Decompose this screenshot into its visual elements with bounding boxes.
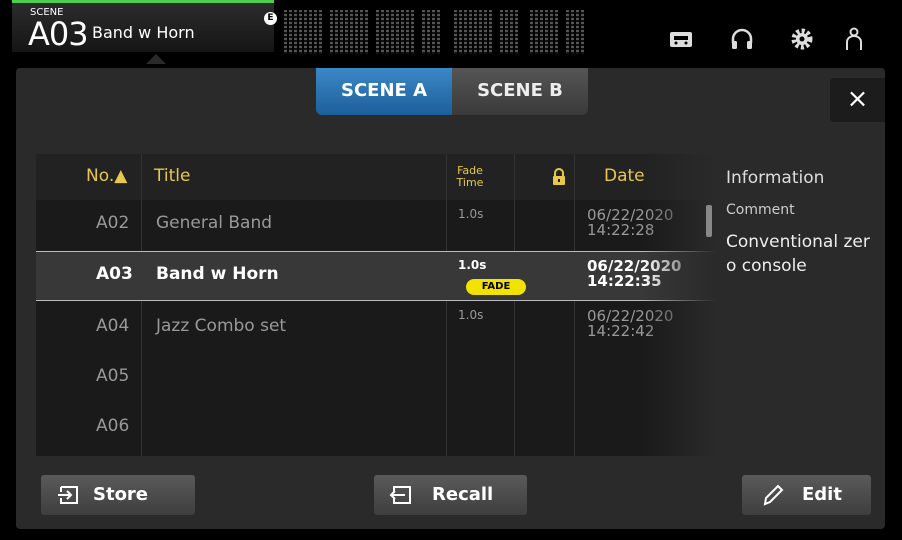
row-number: A06	[96, 416, 130, 436]
scene-list-panel: SCENE A SCENE B × No.▲ Title Fade Time D…	[16, 68, 885, 529]
table-row[interactable]: A04 Jazz Combo set 1.0s 06/22/2020 14:22…	[36, 302, 716, 352]
list-header: No.▲ Title Fade Time Date	[36, 154, 716, 200]
list-fade-overlay	[642, 154, 716, 456]
information-heading: Information	[726, 168, 825, 188]
table-row[interactable]: A06	[36, 402, 716, 452]
popup-pointer	[146, 54, 166, 64]
edit-label: Edit	[802, 484, 842, 505]
edit-indicator-badge: E	[264, 12, 277, 25]
row-fade-time: 1.0s	[458, 258, 487, 272]
row-title: Jazz Combo set	[156, 316, 287, 336]
lock-icon[interactable]	[552, 168, 566, 186]
store-label: Store	[93, 484, 149, 505]
header-title[interactable]: Title	[154, 166, 190, 186]
comment-text: Conventional zero console	[726, 232, 870, 276]
scrollbar[interactable]	[706, 205, 712, 237]
pencil-icon	[763, 484, 784, 506]
scene-title: Band w Horn	[92, 23, 195, 42]
comment-label: Comment	[726, 202, 795, 218]
header-fade-line1[interactable]: Fade	[452, 165, 488, 176]
current-scene-display[interactable]: SCENE A03 Band w Horn E	[12, 0, 277, 53]
row-title: General Band	[156, 213, 273, 233]
header-no[interactable]: No.▲	[86, 166, 127, 186]
row-title: Band w Horn	[156, 264, 279, 284]
row-number: A05	[96, 366, 130, 386]
user-icon[interactable]	[841, 26, 867, 52]
scene-number: A03	[28, 15, 89, 53]
gear-icon[interactable]	[789, 26, 815, 52]
header-date[interactable]: Date	[604, 166, 645, 186]
header-fade-line2[interactable]: Time	[452, 177, 488, 188]
scene-list[interactable]: No.▲ Title Fade Time Date A02 General Ba…	[36, 154, 716, 456]
channel-meters[interactable]	[284, 10, 604, 54]
table-row[interactable]: A05	[36, 352, 716, 402]
row-number: A02	[96, 213, 130, 233]
tab-scene-b[interactable]: SCENE B	[452, 68, 588, 115]
close-button[interactable]: ×	[830, 78, 885, 122]
tab-scene-a[interactable]: SCENE A	[316, 68, 452, 115]
store-button[interactable]: Store	[41, 475, 195, 515]
row-fade-time: 1.0s	[458, 308, 484, 322]
edit-button[interactable]: Edit	[742, 475, 871, 515]
recall-label: Recall	[432, 484, 494, 505]
row-number: A04	[96, 316, 130, 336]
row-number: A03	[96, 264, 133, 284]
headphones-icon[interactable]	[729, 26, 755, 52]
recall-icon	[389, 486, 411, 504]
recall-button[interactable]: Recall	[374, 475, 527, 515]
recorder-icon[interactable]	[668, 26, 694, 52]
table-row[interactable]: A02 General Band 1.0s 06/22/2020 14:22:2…	[36, 201, 716, 251]
top-bar: SCENE A03 Band w Horn E	[0, 0, 902, 64]
table-row-selected[interactable]: A03 Band w Horn 1.0s FADE 06/22/2020 14:…	[36, 251, 716, 301]
row-fade-time: 1.0s	[458, 207, 484, 221]
store-icon	[58, 486, 78, 504]
fade-badge: FADE	[466, 279, 526, 295]
